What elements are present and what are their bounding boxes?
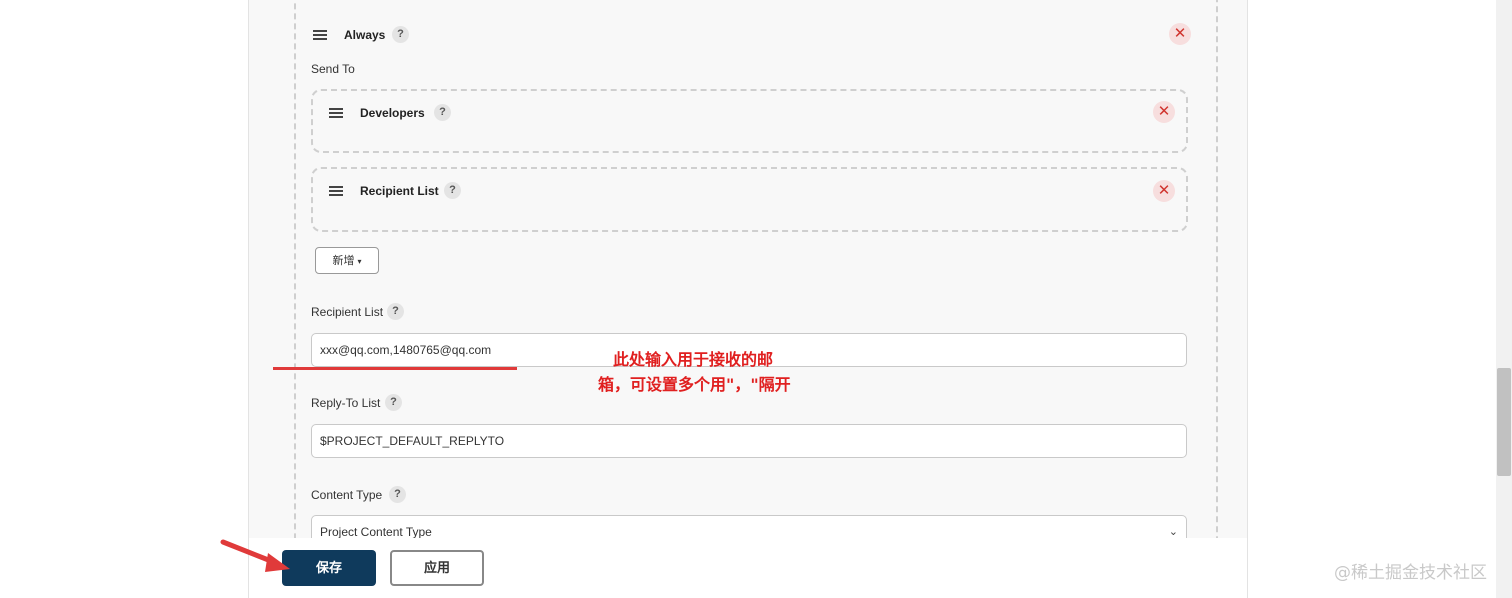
config-panel: Always ? ✕ Send To Developers ? ✕ Recipi… <box>248 0 1248 598</box>
recipient-list-block <box>311 167 1188 232</box>
recipient-list-label: Recipient List <box>311 305 384 319</box>
page-scrollbar-thumb[interactable] <box>1497 368 1511 476</box>
annotation-text-line1: 此处输入用于接收的邮 <box>613 350 774 369</box>
reply-to-label: Reply-To List <box>311 396 381 410</box>
drag-handle-icon[interactable] <box>329 186 343 196</box>
drag-handle-icon[interactable] <box>313 30 327 40</box>
watermark-text: @稀土掘金技术社区 <box>1334 563 1487 583</box>
reply-to-help-icon[interactable]: ? <box>385 394 402 411</box>
recipient-list-field-help-icon[interactable]: ? <box>387 303 404 320</box>
reply-to-input[interactable]: $PROJECT_DEFAULT_REPLYTO <box>311 424 1187 458</box>
caret-down-icon: ▾ <box>357 257 362 266</box>
always-title: Always <box>344 28 386 42</box>
add-button-label: 新增 <box>332 255 355 267</box>
developers-help-icon[interactable]: ? <box>434 104 451 121</box>
always-help-icon[interactable]: ? <box>392 26 409 43</box>
recipient-list-help-icon[interactable]: ? <box>444 182 461 199</box>
always-remove-icon[interactable]: ✕ <box>1169 23 1191 45</box>
developers-title: Developers <box>360 106 425 120</box>
recipient-list-remove-icon[interactable]: ✕ <box>1153 180 1175 202</box>
send-to-label: Send To <box>311 62 355 76</box>
annotation-arrow-icon <box>220 539 290 572</box>
developers-remove-icon[interactable]: ✕ <box>1153 101 1175 123</box>
developers-block <box>311 89 1188 153</box>
annotation-underline <box>273 367 517 370</box>
recipient-list-title: Recipient List <box>360 184 439 198</box>
add-recipient-button[interactable]: 新增 ▾ <box>315 247 379 274</box>
drag-handle-icon[interactable] <box>329 108 343 118</box>
apply-button[interactable]: 应用 <box>390 550 484 586</box>
form-action-bar: 保存 应用 <box>249 538 1247 598</box>
content-type-help-icon[interactable]: ? <box>389 486 406 503</box>
content-type-selected: Project Content Type <box>320 525 432 539</box>
content-type-label: Content Type <box>311 488 383 502</box>
always-trigger-container <box>294 0 1218 580</box>
page-scrollbar-track[interactable] <box>1496 0 1512 598</box>
annotation-text-line2: 箱，可设置多个用"，"隔开 <box>598 375 791 394</box>
